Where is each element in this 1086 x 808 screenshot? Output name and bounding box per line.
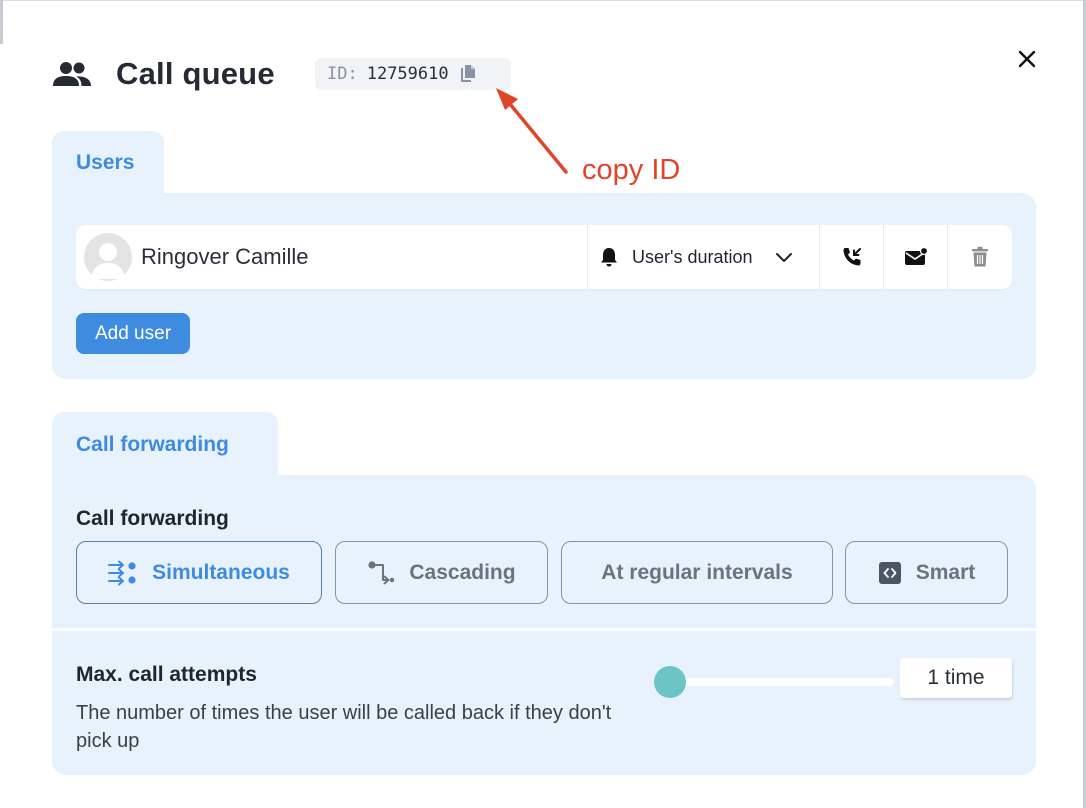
mode-label: At regular intervals [601,560,793,584]
max-attempts-slider[interactable] [654,666,894,698]
duration-value: User's duration [632,246,753,267]
mode-label: Simultaneous [152,560,290,584]
window-edge-top [0,0,1086,1]
modal-header: Call queue [52,50,275,98]
duration-select[interactable]: User's duration [587,225,819,289]
add-user-button[interactable]: Add user [76,313,190,354]
mode-simultaneous-button[interactable]: Simultaneous [76,541,322,604]
simultaneous-icon [108,560,138,586]
max-attempts-description: The number of times the user will be cal… [76,702,612,752]
page-title: Call queue [116,56,275,91]
mode-label: Smart [915,560,976,584]
call-back-icon [841,246,863,268]
smart-code-icon [878,561,902,585]
people-icon [52,59,94,89]
delete-user-button[interactable] [947,225,1012,289]
id-chip: ID: 12759610 [315,58,511,90]
max-attempts-title: Max. call attempts [76,663,257,686]
id-value: 12759610 [366,64,449,84]
voicemail-button[interactable] [883,225,947,289]
call-back-button[interactable] [819,225,883,289]
tab-call-forwarding[interactable]: Call forwarding [52,412,278,478]
chevron-down-icon [775,251,793,263]
mode-regular-intervals-button[interactable]: At regular intervals [561,541,833,604]
user-name: Ringover Camille [141,244,309,269]
mode-cascading-button[interactable]: Cascading [335,541,548,604]
close-button[interactable] [1012,44,1042,74]
mode-label: Cascading [409,560,516,584]
slider-thumb[interactable] [654,666,686,698]
mode-smart-button[interactable]: Smart [845,541,1008,604]
max-attempts-value: 1 time [900,658,1012,698]
call-forwarding-heading: Call forwarding [76,507,229,530]
user-row: Ringover Camille User's duration [76,225,1012,289]
user-main: Ringover Camille [76,225,587,289]
window-edge-left [0,0,3,44]
close-icon [1018,50,1036,68]
copy-icon[interactable] [459,64,477,84]
id-label: ID: [327,64,358,84]
trash-icon [971,246,989,268]
avatar [84,233,132,281]
tab-users[interactable]: Users [52,131,164,195]
bell-icon [600,247,618,267]
annotation-text: copy ID [582,154,681,186]
voicemail-icon [904,247,928,267]
cascading-icon [367,560,395,586]
slider-track [670,678,894,686]
